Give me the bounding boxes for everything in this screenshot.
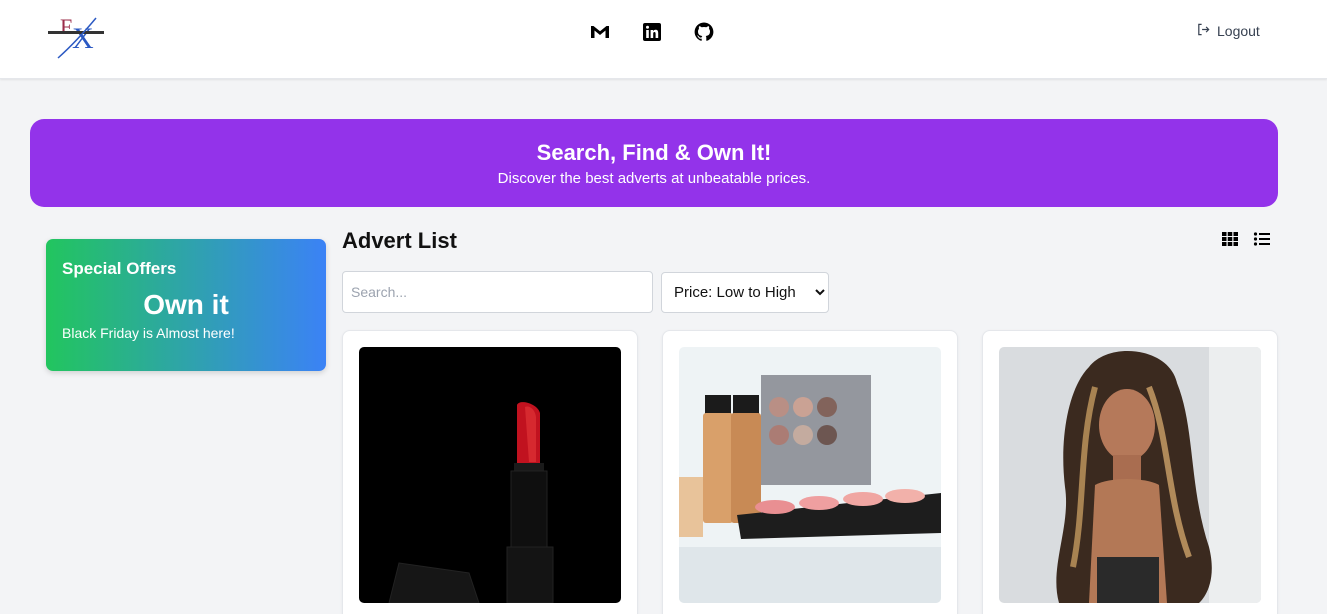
lipstick-image[interactable]	[359, 347, 621, 603]
search-input[interactable]	[342, 271, 653, 313]
advert-card[interactable]	[342, 330, 638, 614]
offer-title: Special Offers	[62, 259, 177, 278]
sort-select[interactable]: Price: Low to High	[661, 272, 829, 313]
advert-card[interactable]	[982, 330, 1278, 614]
svg-text:F: F	[60, 14, 72, 39]
logout-icon	[1196, 22, 1211, 40]
hero-title: Search, Find & Own It!	[536, 140, 772, 165]
logout-button[interactable]: Logout	[1196, 22, 1260, 40]
brand-logo[interactable]: F X	[46, 12, 106, 60]
social-links	[588, 20, 716, 44]
advert-list-title: Advert List	[342, 228, 457, 253]
list-view-icon[interactable]	[1253, 231, 1271, 247]
github-icon[interactable]	[692, 20, 716, 44]
navbar: F X Logout	[0, 0, 1327, 79]
view-toggle	[1221, 231, 1271, 247]
grid-view-icon[interactable]	[1221, 231, 1239, 247]
makeup-palette-image[interactable]	[679, 347, 941, 603]
hero-subtitle: Discover the best adverts at unbeatable …	[497, 170, 811, 187]
hero-banner: Search, Find & Own It! Discover the best…	[30, 119, 1278, 207]
offer-subtitle: Black Friday is Almost here!	[62, 325, 235, 341]
advert-card[interactable]	[662, 330, 958, 614]
svg-text:X: X	[72, 22, 94, 55]
offer-headline: Own it	[143, 289, 229, 320]
special-offers-card[interactable]: Special Offers Own it Black Friday is Al…	[46, 239, 326, 371]
logout-label: Logout	[1217, 23, 1260, 39]
gmail-icon[interactable]	[588, 20, 612, 44]
wig-model-image[interactable]	[999, 347, 1261, 603]
linkedin-icon[interactable]	[640, 20, 664, 44]
